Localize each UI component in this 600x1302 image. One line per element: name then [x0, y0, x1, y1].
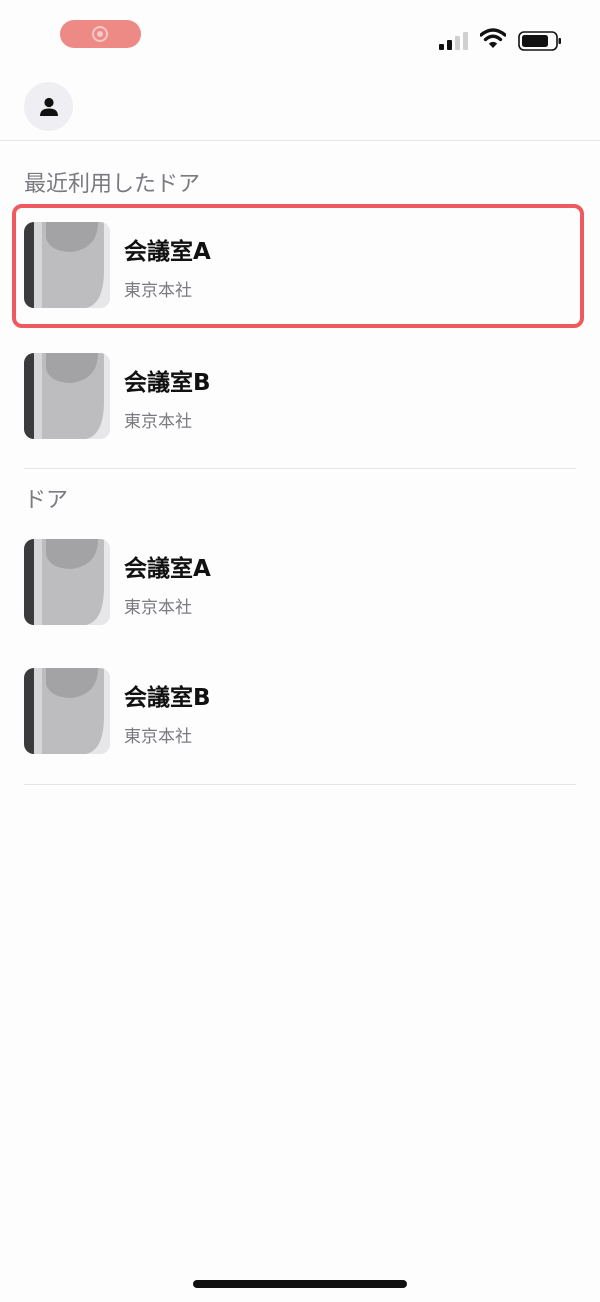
door-location: 東京本社	[124, 598, 192, 618]
app-header	[0, 70, 600, 141]
door-lock-thumbnail	[24, 668, 110, 754]
door-lock-thumbnail	[24, 222, 110, 308]
cellular-signal-icon	[439, 30, 469, 50]
door-location: 東京本社	[124, 412, 192, 432]
door-name: 会議室A	[124, 239, 211, 265]
door-lock-thumbnail	[24, 353, 110, 439]
door-name: 会議室B	[124, 370, 211, 396]
status-bar	[0, 0, 600, 70]
home-indicator[interactable]	[193, 1280, 407, 1288]
screen-recording-icon	[92, 26, 108, 42]
door-lock-thumbnail	[24, 539, 110, 625]
door-name: 会議室A	[124, 556, 211, 582]
recent-doors-title: 最近利用したドア	[24, 172, 201, 197]
doors-section-title: ドア	[24, 488, 69, 513]
recent-door-item[interactable]: 会議室A 東京本社	[12, 204, 584, 328]
wifi-icon	[480, 28, 506, 48]
recent-door-item[interactable]: 会議室B 東京本社	[12, 335, 584, 459]
section-divider	[24, 468, 576, 469]
section-divider	[24, 784, 576, 785]
door-item[interactable]: 会議室A 東京本社	[12, 521, 584, 645]
door-location: 東京本社	[124, 281, 192, 301]
screen-recording-indicator[interactable]	[60, 20, 141, 48]
profile-button[interactable]	[24, 82, 73, 131]
battery-icon	[518, 31, 561, 51]
door-location: 東京本社	[124, 727, 192, 747]
app-screen: 最近利用したドア 会議室A 東京本社 会議室B 東京本社 ドア 会議室A 東京本…	[0, 0, 600, 1302]
door-name: 会議室B	[124, 685, 211, 711]
door-item[interactable]: 会議室B 東京本社	[12, 650, 584, 774]
person-icon	[40, 97, 58, 116]
